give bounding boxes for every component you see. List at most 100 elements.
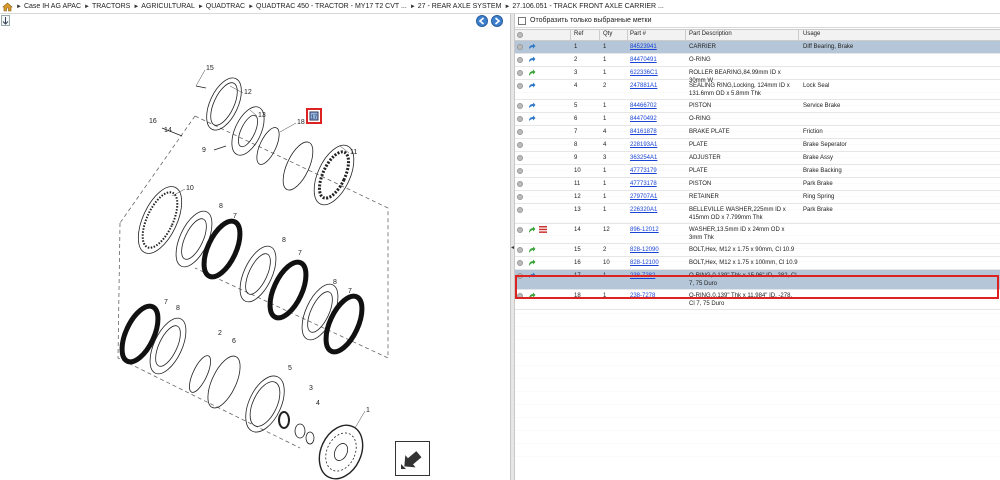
green-arrow-icon[interactable] [528, 259, 536, 267]
column-part-number[interactable]: Part # [630, 31, 646, 37]
table-row[interactable]: 11 1 47773178 PISTON Park Brake [515, 178, 1000, 191]
callout-4[interactable]: 4 [316, 400, 320, 407]
callout-8[interactable]: 8 [176, 305, 180, 312]
expand-row-icon[interactable] [517, 70, 523, 76]
part-number-link[interactable]: 363254A1 [630, 155, 657, 163]
callout-14[interactable]: 14 [164, 127, 172, 134]
green-arrow-icon[interactable] [528, 246, 536, 254]
table-row[interactable]: 7 4 84161878 BRAKE PLATE Friction [515, 126, 1000, 139]
table-row[interactable]: 8 4 228193A1 PLATE Brake Seperator [515, 139, 1000, 152]
part-number-link[interactable]: 47773179 [630, 168, 657, 176]
callout-10[interactable]: 10 [186, 185, 194, 192]
expand-row-icon[interactable] [517, 116, 523, 122]
table-row[interactable]: 10 1 47773179 PLATE Brake Backing [515, 165, 1000, 178]
expand-row-icon[interactable] [517, 194, 523, 200]
callout-2[interactable]: 2 [218, 330, 222, 337]
breadcrumb-item-section[interactable]: ► 27 - REAR AXLE SYSTEM [410, 3, 502, 10]
breadcrumb-item-brand[interactable]: ► Case IH AG APAC [16, 3, 81, 10]
callout-5[interactable]: 5 [288, 365, 292, 372]
callout-6[interactable]: 6 [232, 338, 236, 345]
expand-row-icon[interactable] [517, 247, 523, 253]
collapse-arrow-icon[interactable]: ◂ [511, 244, 514, 252]
callout-13[interactable]: 13 [258, 112, 266, 119]
column-usage[interactable]: Usage [803, 31, 820, 37]
callout-15[interactable]: 15 [206, 65, 214, 72]
part-number-link[interactable]: 622336C1 [630, 70, 658, 78]
list-icon[interactable] [539, 226, 547, 233]
callout-9[interactable]: 9 [202, 147, 206, 154]
column-qty[interactable]: Qty [603, 31, 612, 37]
expand-row-icon[interactable] [517, 142, 523, 148]
blue-arrow-icon[interactable] [528, 102, 536, 110]
part-number-link[interactable]: 238-7278 [630, 293, 655, 301]
callout-7[interactable]: 7 [298, 250, 302, 257]
blue-arrow-icon[interactable] [528, 43, 536, 51]
column-ref[interactable]: Ref [574, 31, 583, 37]
callout-8[interactable]: 8 [282, 237, 286, 244]
table-row[interactable]: 9 3 363254A1 ADJUSTER Brake Assy [515, 152, 1000, 165]
column-part-description[interactable]: Part Description [689, 31, 732, 37]
part-number-link[interactable]: 84161878 [630, 129, 657, 137]
expand-row-icon[interactable] [517, 207, 523, 213]
expand-row-icon[interactable] [517, 227, 523, 233]
part-number-link[interactable]: 47773178 [630, 181, 657, 189]
table-row[interactable]: 6 1 84470492 O-RING [515, 113, 1000, 126]
part-number-link[interactable]: 247881A1 [630, 83, 657, 91]
expand-row-icon[interactable] [517, 83, 523, 89]
expand-row-icon[interactable] [517, 181, 523, 187]
table-row[interactable]: 1 1 84523941 CARRIER Diff Bearing, Brake [515, 41, 1000, 54]
expand-row-icon[interactable] [517, 103, 523, 109]
part-number-link[interactable]: 828-12090 [630, 247, 659, 255]
callout-8[interactable]: 8 [219, 203, 223, 210]
breadcrumb-item-model[interactable]: ► QUADTRAC 450 - TRACTOR - MY17 T2 CVT ..… [248, 3, 407, 10]
part-number-link[interactable]: 226320A1 [630, 207, 657, 215]
part-number-link[interactable]: 84470492 [630, 116, 657, 124]
part-number-link[interactable]: 238-7282 [630, 273, 655, 281]
table-row[interactable]: 3 1 622336C1 ROLLER BEARING,84.99mm ID x 30… [515, 67, 1000, 84]
expand-row-icon[interactable] [517, 57, 523, 63]
part-number-link[interactable]: 84523941 [630, 44, 657, 52]
expand-row-icon[interactable] [517, 44, 523, 50]
table-row[interactable]: 15 2 828-12090 BOLT,Hex, M12 x 1.75 x 90mm,… [515, 244, 1000, 257]
part-number-link[interactable]: 228193A1 [630, 142, 657, 150]
table-row[interactable]: 5 1 84466702 PISTON Service Brake [515, 100, 1000, 113]
callout-1[interactable]: 1 [366, 407, 370, 414]
table-row[interactable]: 14 12 896-12012 WASHER,13.5mm ID x 24mm OD … [515, 224, 1000, 244]
next-page-icon[interactable] [491, 15, 503, 27]
callout-7[interactable]: 7 [348, 288, 352, 295]
green-arrow-icon[interactable] [528, 226, 536, 234]
breadcrumb-item-agricultural[interactable]: ► AGRICULTURAL [133, 3, 195, 10]
table-row[interactable]: 17 1 238-7282 O-RING,0.139" Thk x 15.96" ID… [515, 270, 1000, 290]
callout-18[interactable]: 18 [297, 119, 305, 126]
selected-callout-17[interactable]: 17 [306, 108, 322, 124]
part-number-link[interactable]: 84470491 [630, 57, 657, 65]
home-icon[interactable] [2, 2, 13, 12]
table-row[interactable]: 4 2 247881A1 SEALING RING,Locking, 124mm ID… [515, 80, 1000, 100]
part-number-link[interactable]: 84466702 [630, 103, 657, 111]
part-number-link[interactable]: 279707A1 [630, 194, 657, 202]
breadcrumb-item-tractors[interactable]: ► TRACTORS [84, 3, 130, 10]
expand-row-icon[interactable] [517, 155, 523, 161]
blue-arrow-icon[interactable] [528, 272, 536, 280]
zoom-icon[interactable] [1, 15, 10, 26]
expand-row-icon[interactable] [517, 129, 523, 135]
green-arrow-icon[interactable] [528, 292, 536, 300]
blue-arrow-icon[interactable] [528, 115, 536, 123]
export-button[interactable] [395, 441, 430, 476]
callout-8[interactable]: 8 [333, 279, 337, 286]
table-row[interactable]: 18 1 238-7278 O-RING,0.139" Thk x 11.984" I… [515, 290, 1000, 310]
show-selected-only-checkbox[interactable] [518, 16, 526, 25]
blue-arrow-icon[interactable] [528, 56, 536, 64]
part-number-link[interactable]: 828-12100 [630, 260, 659, 268]
blue-arrow-icon[interactable] [528, 82, 536, 90]
callout-3[interactable]: 3 [309, 385, 313, 392]
part-number-link[interactable]: 896-12012 [630, 227, 659, 235]
table-row[interactable]: 16 10 828-12100 BOLT,Hex, M12 x 1.75 x 100m… [515, 257, 1000, 270]
expand-row-icon[interactable] [517, 260, 523, 266]
table-row[interactable]: 12 1 279707A1 RETAINER Ring Spring [515, 191, 1000, 204]
table-row[interactable]: 2 1 84470491 O-RING [515, 54, 1000, 67]
callout-7[interactable]: 7 [233, 213, 237, 220]
previous-page-icon[interactable] [476, 15, 488, 27]
expand-row-icon[interactable] [517, 293, 523, 299]
expand-all-icon[interactable] [517, 32, 523, 38]
